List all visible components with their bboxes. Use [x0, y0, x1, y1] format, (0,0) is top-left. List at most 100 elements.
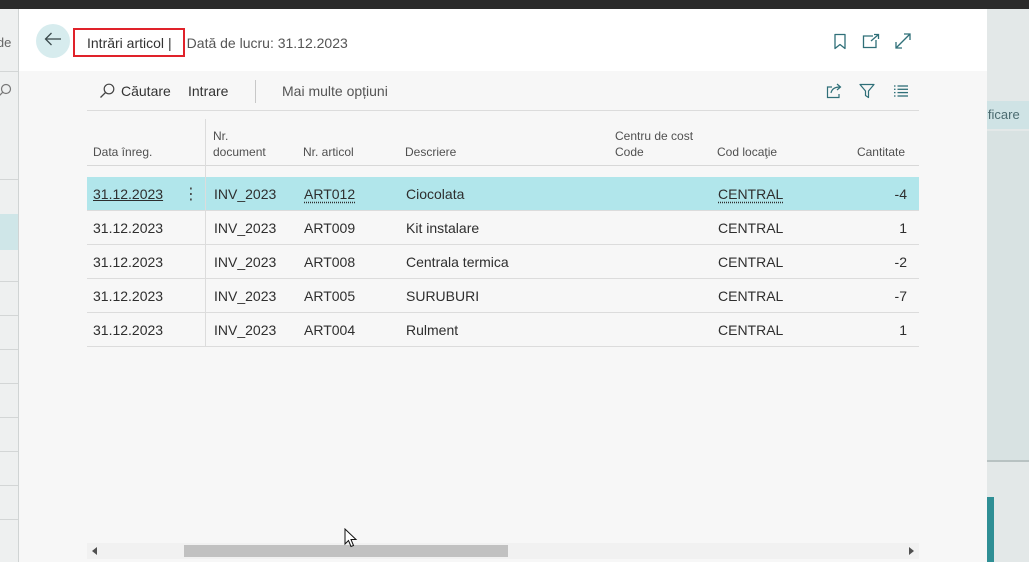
- table-row[interactable]: 31.12.2023 INV_2023 ART008 Centrala termica…: [87, 245, 919, 279]
- cell-document-no-text: INV_2023: [214, 185, 277, 202]
- cell-item-no: ART008: [304, 245, 355, 278]
- list-view-icon[interactable]: [893, 71, 909, 111]
- column-header-quantity[interactable]: Cantitate: [857, 144, 905, 160]
- cell-document-no: INV_2023: [214, 313, 276, 346]
- background-divider: [0, 179, 18, 180]
- more-options-action[interactable]: Mai multe opțiuni: [282, 71, 388, 111]
- row-actions-icon[interactable]: ⋮: [183, 177, 199, 210]
- background-divider: [0, 315, 18, 316]
- cell-document-no-text: INV_2023: [214, 287, 277, 304]
- share-icon[interactable]: [826, 71, 844, 111]
- cell-posting-date-text: 31.12.2023: [93, 253, 164, 270]
- background-page-right: ificare: [987, 9, 1029, 562]
- mouse-cursor-icon: [344, 527, 358, 553]
- background-text-fragment: ificare: [987, 107, 1020, 122]
- cell-description-text: Rulment: [406, 321, 459, 338]
- background-divider: [0, 281, 18, 282]
- frozen-column-divider: [205, 119, 206, 346]
- cell-location-code-text: CENTRAL: [718, 253, 784, 270]
- search-icon: [99, 83, 115, 99]
- cell-quantity-text: -4: [894, 185, 907, 202]
- more-options-label: Mai multe opțiuni: [282, 83, 388, 99]
- table-row[interactable]: 31.12.2023 INV_2023 ART012 Ciocolata CENTRAL…: [87, 177, 919, 211]
- page-title: Intrări articol: [87, 34, 165, 51]
- table-row[interactable]: 31.12.2023 INV_2023 ART004 Rulment CENTRAL 1: [87, 313, 919, 347]
- cell-description: Rulment: [406, 313, 458, 346]
- entry-label: Intrare: [188, 83, 229, 99]
- background-page-left: ide: [0, 9, 19, 562]
- background-divider: [0, 71, 18, 72]
- column-header-item-no[interactable]: Nr. articol: [303, 144, 354, 160]
- action-bar: Căutare Intrare Mai multe opțiuni: [87, 71, 919, 111]
- column-header-location-code[interactable]: Cod locaţie: [717, 144, 777, 160]
- bookmark-icon[interactable]: [830, 31, 850, 51]
- cell-document-no: INV_2023: [214, 245, 276, 278]
- cell-location-code: CENTRAL: [718, 211, 783, 244]
- cell-item-no: ART009: [304, 211, 355, 244]
- cell-description: Ciocolata: [406, 177, 464, 210]
- cell-location-code-text: CENTRAL: [718, 287, 784, 304]
- search-label: Căutare: [121, 83, 171, 99]
- cell-document-no: INV_2023: [214, 211, 276, 244]
- page-title-highlight: Intrări articol |: [73, 28, 185, 57]
- cell-item-no: ART004: [304, 313, 355, 346]
- cell-description-text: SURUBURI: [406, 287, 480, 304]
- open-new-window-icon[interactable]: [861, 31, 881, 51]
- column-header-line: Nr.: [213, 129, 229, 143]
- column-header-line: document: [213, 145, 266, 159]
- arrow-left-icon: [44, 32, 62, 51]
- search-action[interactable]: Căutare: [99, 71, 171, 111]
- cell-posting-date-text: 31.12.2023: [93, 185, 164, 202]
- back-button[interactable]: [36, 24, 70, 58]
- cell-quantity-text: -7: [894, 287, 907, 304]
- background-divider: [0, 383, 18, 384]
- cell-posting-date[interactable]: 31.12.2023: [93, 177, 163, 210]
- cell-description: SURUBURI: [406, 279, 479, 312]
- expand-icon[interactable]: [893, 31, 913, 51]
- title-separator: |: [168, 34, 172, 51]
- cell-posting-date[interactable]: 31.12.2023: [93, 279, 163, 312]
- background-divider: [0, 349, 18, 350]
- cell-posting-date[interactable]: 31.12.2023: [93, 211, 163, 244]
- background-divider: [0, 451, 18, 452]
- column-header-line: Centru de cost: [615, 129, 694, 143]
- cell-item-no-text: ART012: [304, 185, 356, 202]
- cell-quantity-text: -2: [894, 253, 907, 270]
- cell-quantity: -7: [895, 279, 907, 312]
- cell-description-text: Ciocolata: [406, 185, 465, 202]
- action-separator: [255, 80, 256, 103]
- cell-item-no: ART005: [304, 279, 355, 312]
- cell-item-no-text: ART009: [304, 219, 356, 236]
- table-header: Data înreg. Nr. document Nr. articol Des…: [87, 119, 919, 166]
- cell-item-no: ART012: [304, 177, 355, 210]
- cell-description-text: Centrala termica: [406, 253, 509, 270]
- cell-quantity-text: 1: [899, 321, 907, 338]
- scroll-left-icon[interactable]: [91, 546, 99, 556]
- entry-action[interactable]: Intrare: [188, 71, 228, 111]
- table-row[interactable]: 31.12.2023 INV_2023 ART005 SURUBURI CENTRAL -…: [87, 279, 919, 313]
- cell-document-no-text: INV_2023: [214, 253, 277, 270]
- cell-document-no: INV_2023: [214, 279, 276, 312]
- cell-description: Centrala termica: [406, 245, 509, 278]
- cell-quantity: -2: [895, 245, 907, 278]
- column-header-description[interactable]: Descriere: [405, 144, 456, 160]
- cell-posting-date[interactable]: 31.12.2023: [93, 313, 163, 346]
- cell-posting-date[interactable]: 31.12.2023: [93, 245, 163, 278]
- cell-item-no-text: ART005: [304, 287, 356, 304]
- cell-document-no-text: INV_2023: [214, 321, 277, 338]
- background-selected-row: [0, 214, 18, 250]
- background-pane: [987, 131, 1029, 461]
- table-row[interactable]: 31.12.2023 INV_2023 ART009 Kit instalare CEN…: [87, 211, 919, 245]
- column-header-line: Code: [615, 145, 644, 159]
- column-header-posting-date[interactable]: Data înreg.: [93, 144, 152, 160]
- cell-location-code-text: CENTRAL: [718, 219, 784, 236]
- cell-posting-date-text: 31.12.2023: [93, 219, 164, 236]
- column-header-cost-center[interactable]: Centru de cost Code: [615, 128, 693, 160]
- horizontal-scrollbar[interactable]: [87, 543, 919, 559]
- cell-quantity: -4: [895, 177, 907, 210]
- background-divider: [0, 519, 18, 520]
- page-title-area: Intrări articol | Dată de lucru: 31.12.2…: [73, 28, 348, 57]
- column-header-document-no[interactable]: Nr. document: [213, 128, 266, 160]
- filter-icon[interactable]: [859, 71, 875, 111]
- scroll-right-icon[interactable]: [907, 546, 915, 556]
